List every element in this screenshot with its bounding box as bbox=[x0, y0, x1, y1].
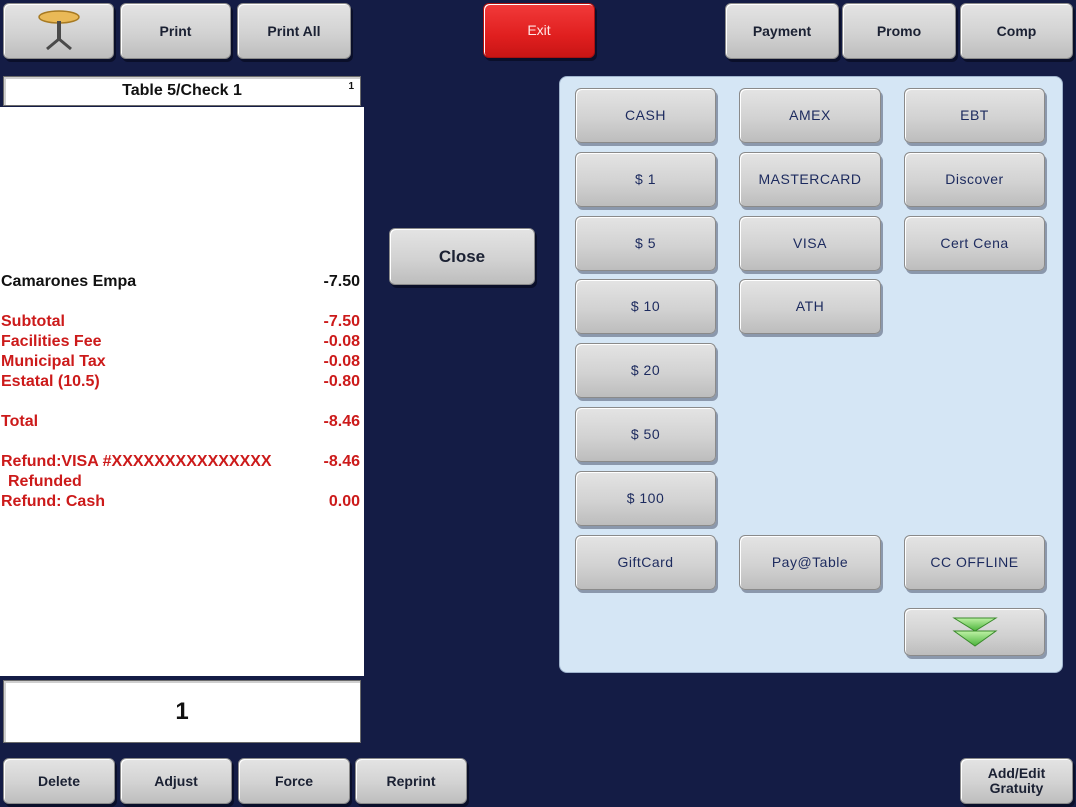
refund-cash-row: Refund: Cash 0.00 bbox=[0, 493, 360, 513]
facilities-fee-row: Facilities Fee -0.08 bbox=[0, 333, 360, 353]
refunded-status-label: Refunded bbox=[8, 473, 82, 490]
quantity-value: 1 bbox=[175, 697, 189, 725]
facilities-fee-label: Facilities Fee bbox=[1, 333, 102, 350]
promo-button[interactable]: Promo bbox=[842, 3, 956, 59]
ebt-button[interactable]: EBT bbox=[904, 88, 1045, 143]
cash-20-button[interactable]: $ 20 bbox=[575, 343, 716, 398]
refunded-status-row: Refunded bbox=[0, 473, 360, 493]
check-item-row[interactable]: Camarones Empa -7.50 bbox=[0, 273, 360, 293]
total-row: Total -8.46 bbox=[0, 413, 360, 433]
item-amount: -7.50 bbox=[323, 273, 360, 290]
cash-5-button[interactable]: $ 5 bbox=[575, 216, 716, 271]
subtotal-row: Subtotal -7.50 bbox=[0, 313, 360, 333]
check-body: Camarones Empa -7.50 Subtotal -7.50 Faci… bbox=[0, 107, 364, 676]
comp-button[interactable]: Comp bbox=[960, 3, 1073, 59]
delete-button[interactable]: Delete bbox=[3, 758, 115, 804]
estatal-tax-row: Estatal (10.5) -0.80 bbox=[0, 373, 360, 393]
print-button[interactable]: Print bbox=[120, 3, 231, 59]
force-button[interactable]: Force bbox=[238, 758, 350, 804]
refund-cash-label: Refund: Cash bbox=[1, 493, 105, 510]
pay-at-table-button[interactable]: Pay@Table bbox=[739, 535, 881, 590]
table-icon bbox=[37, 10, 80, 51]
refund-visa-label: Refund:VISA #XXXXXXXXXXXXXXX bbox=[1, 453, 272, 470]
gratuity-label-line1: Add/Edit bbox=[987, 765, 1046, 781]
payment-button[interactable]: Payment bbox=[725, 3, 839, 59]
discover-button[interactable]: Discover bbox=[904, 152, 1045, 207]
exit-button[interactable]: Exit bbox=[483, 3, 595, 58]
amex-button[interactable]: AMEX bbox=[739, 88, 881, 143]
scroll-down-button[interactable] bbox=[904, 608, 1045, 656]
adjust-button[interactable]: Adjust bbox=[120, 758, 232, 804]
add-edit-gratuity-button[interactable]: Add/Edit Gratuity bbox=[960, 758, 1073, 804]
item-name: Camarones Empa bbox=[1, 273, 137, 290]
mastercard-button[interactable]: MASTERCARD bbox=[739, 152, 881, 207]
check-title: Table 5/Check 1 bbox=[122, 82, 242, 99]
municipal-tax-row: Municipal Tax -0.08 bbox=[0, 353, 360, 373]
subtotal-amount: -7.50 bbox=[323, 313, 360, 330]
ath-button[interactable]: ATH bbox=[739, 279, 881, 334]
total-label: Total bbox=[1, 413, 39, 430]
close-button[interactable]: Close bbox=[389, 228, 535, 285]
check-header: Table 5/Check 1 1 bbox=[3, 76, 361, 106]
estatal-tax-amount: -0.80 bbox=[323, 373, 360, 390]
giftcard-button[interactable]: GiftCard bbox=[575, 535, 716, 590]
cert-cena-button[interactable]: Cert Cena bbox=[904, 216, 1045, 271]
municipal-tax-amount: -0.08 bbox=[323, 353, 360, 370]
quantity-display[interactable]: 1 bbox=[3, 680, 361, 743]
cash-1-button[interactable]: $ 1 bbox=[575, 152, 716, 207]
refund-cash-amount: 0.00 bbox=[328, 493, 360, 510]
table-select-button[interactable] bbox=[3, 3, 114, 59]
visa-button[interactable]: VISA bbox=[739, 216, 881, 271]
gratuity-label-line2: Gratuity bbox=[989, 780, 1044, 796]
double-chevron-down-icon bbox=[951, 617, 998, 647]
refund-visa-row: Refund:VISA #XXXXXXXXXXXXXXX -8.46 bbox=[0, 453, 360, 473]
reprint-button[interactable]: Reprint bbox=[355, 758, 467, 804]
municipal-tax-label: Municipal Tax bbox=[1, 353, 106, 370]
cash-50-button[interactable]: $ 50 bbox=[575, 407, 716, 462]
facilities-fee-amount: -0.08 bbox=[323, 333, 360, 350]
subtotal-label: Subtotal bbox=[1, 313, 65, 330]
estatal-tax-label: Estatal (10.5) bbox=[1, 373, 100, 390]
cash-button[interactable]: CASH bbox=[575, 88, 716, 143]
cc-offline-button[interactable]: CC OFFLINE bbox=[904, 535, 1045, 590]
print-all-button[interactable]: Print All bbox=[237, 3, 351, 59]
cash-100-button[interactable]: $ 100 bbox=[575, 471, 716, 526]
seat-number: 1 bbox=[348, 81, 354, 92]
cash-10-button[interactable]: $ 10 bbox=[575, 279, 716, 334]
refund-visa-amount: -8.46 bbox=[323, 453, 360, 470]
total-amount: -8.46 bbox=[323, 413, 360, 430]
